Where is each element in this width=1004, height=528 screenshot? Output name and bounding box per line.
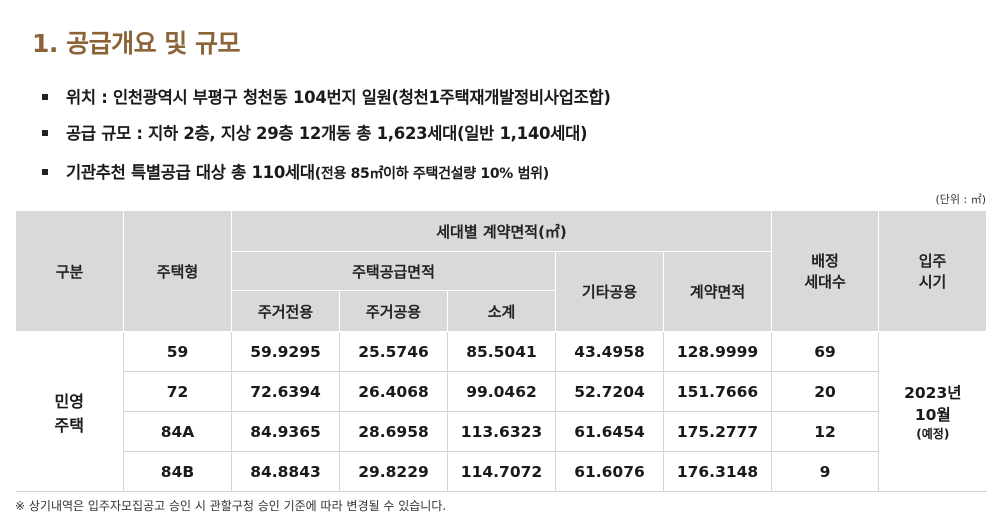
type-cell: 84A — [123, 411, 232, 452]
type-cell: 59 — [123, 331, 232, 372]
units-cell: 69 — [771, 331, 879, 372]
common-cell: 26.4068 — [339, 371, 448, 412]
type-cell: 72 — [123, 371, 232, 412]
bullet-text: 기관추천 특별공급 대상 총 110세대 — [66, 163, 315, 182]
type-cell: 84B — [123, 451, 232, 492]
exclusive-cell: 84.9365 — [231, 411, 340, 452]
common-cell: 25.5746 — [339, 331, 448, 372]
units-cell: 20 — [771, 371, 879, 412]
bullet-location: 위치 : 인천광역시 부평구 청천동 104번지 일원(청천1주택재개발정비사업… — [42, 84, 611, 108]
header-subtotal: 소계 — [447, 290, 556, 332]
table-row: 84B 84.8843 29.8229 114.7072 61.6076 176… — [16, 451, 987, 492]
header-movein: 입주 시기 — [878, 210, 988, 332]
supply-table: 구분 주택형 세대별 계약면적(㎡) 배정 세대수 입주 시기 주택공급면적 기… — [15, 210, 988, 492]
section-title: 1. 공급개요 및 규모 — [32, 29, 241, 58]
subtotal-cell: 99.0462 — [447, 371, 556, 412]
table-row: 72 72.6394 26.4068 99.0462 52.7204 151.7… — [16, 371, 987, 412]
subtotal-cell: 114.7072 — [447, 451, 556, 492]
header-contract-area-group: 세대별 계약면적(㎡) — [230, 210, 773, 252]
common-cell: 28.6958 — [339, 411, 448, 452]
table-row: 민영 주택 59 59.9295 25.5746 85.5041 43.4958… — [15, 331, 987, 492]
contract-area-cell: 151.7666 — [662, 371, 772, 412]
table-row: 84A 84.9365 28.6958 113.6323 61.6454 175… — [16, 411, 987, 452]
header-supply-area-group: 주택공급면적 — [231, 251, 556, 291]
movein-cell: 2023년 10월 (예정) — [878, 331, 987, 492]
other-common-cell: 43.4958 — [555, 331, 664, 372]
subtotal-cell: 113.6323 — [447, 411, 556, 452]
units-cell: 9 — [771, 451, 879, 492]
bullet-text: 공급 규모 : 지하 2층, 지상 29층 12개동 총 1,623세대(일반 … — [66, 124, 588, 143]
header-other-common: 기타공용 — [555, 251, 664, 332]
category-cell: 민영 주택 — [15, 331, 124, 492]
other-common-cell: 61.6076 — [555, 451, 664, 492]
bullet-special-supply: 기관추천 특별공급 대상 총 110세대(전용 85㎡이하 주택건설량 10% … — [42, 159, 549, 183]
subtotal-cell: 85.5041 — [447, 331, 556, 372]
common-cell: 29.8229 — [339, 451, 448, 492]
movein-note: (예정) — [916, 427, 950, 441]
bullet-text: 위치 : 인천광역시 부평구 청천동 104번지 일원(청천1주택재개발정비사업… — [66, 88, 611, 107]
contract-area-cell: 175.2777 — [662, 411, 772, 452]
footnote: ※ 상기내역은 입주자모집공고 승인 시 관할구청 승인 기준에 따라 변경될 … — [15, 499, 447, 513]
header-exclusive: 주거전용 — [231, 290, 340, 332]
bullet-square-icon — [42, 168, 48, 175]
bullet-scale: 공급 규모 : 지하 2층, 지상 29층 12개동 총 1,623세대(일반 … — [42, 120, 588, 144]
exclusive-cell: 72.6394 — [231, 371, 340, 412]
header-housing-type: 주택형 — [123, 210, 232, 332]
header-allocated-units: 배정 세대수 — [771, 210, 880, 332]
bullet-subtext: (전용 85㎡이하 주택건설량 10% 범위) — [314, 166, 549, 182]
contract-area-cell: 176.3148 — [662, 451, 772, 492]
bullet-square-icon — [42, 129, 48, 136]
unit-label: (단위 : ㎡) — [935, 193, 986, 206]
header-common: 주거공용 — [339, 290, 448, 332]
bullet-square-icon — [42, 93, 48, 100]
other-common-cell: 61.6454 — [555, 411, 664, 452]
units-cell: 12 — [771, 411, 879, 452]
header-category: 구분 — [15, 210, 124, 332]
exclusive-cell: 84.8843 — [231, 451, 340, 492]
movein-date: 2023년 10월 — [904, 384, 962, 424]
header-contract-area: 계약면적 — [662, 251, 773, 332]
exclusive-cell: 59.9295 — [231, 331, 340, 372]
contract-area-cell: 128.9999 — [662, 331, 772, 372]
other-common-cell: 52.7204 — [555, 371, 664, 412]
